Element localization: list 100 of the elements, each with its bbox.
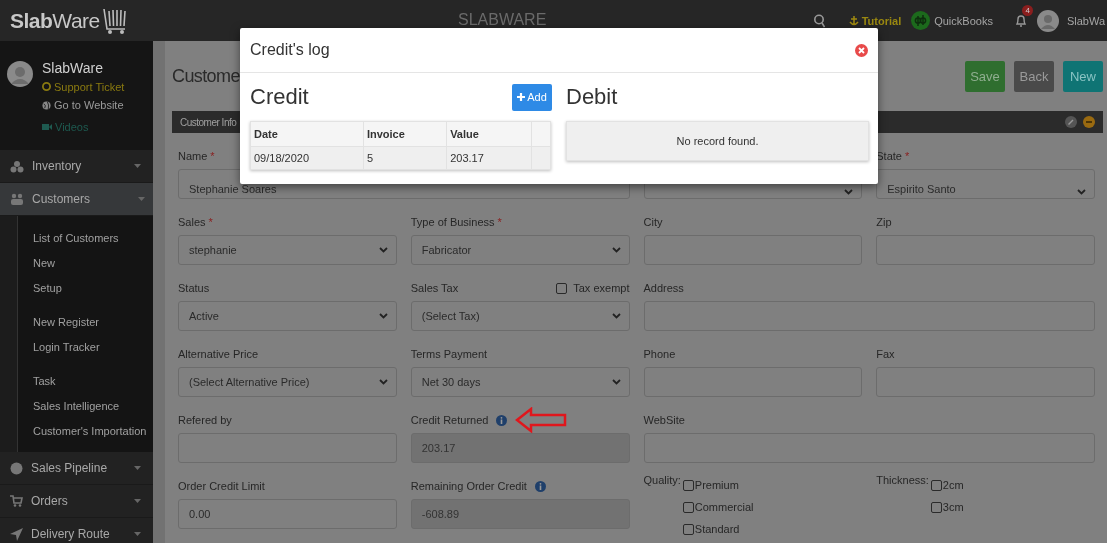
tutorial-link[interactable]: Tutorial xyxy=(848,14,902,27)
collapse-icon[interactable] xyxy=(1083,116,1095,129)
select-field[interactable]: Espirito Santo xyxy=(876,169,1095,199)
anchor-icon xyxy=(848,15,859,26)
field-label: Zip xyxy=(876,216,892,228)
wrench-icon[interactable] xyxy=(1065,116,1077,129)
field-label: Address xyxy=(643,282,684,294)
caret-icon xyxy=(134,499,141,503)
field-label: City xyxy=(643,216,663,228)
chevron-icon xyxy=(378,379,388,385)
submenu-item[interactable]: New Register xyxy=(33,310,153,335)
caret-icon xyxy=(134,164,141,168)
avatar-icon[interactable] xyxy=(1036,9,1059,32)
cart-logo-icon xyxy=(100,6,129,35)
close-icon[interactable] xyxy=(855,43,868,57)
users-icon xyxy=(10,193,24,205)
field-label: State * xyxy=(876,150,910,162)
column-header: Value xyxy=(446,121,532,147)
submenu-item[interactable]: Login Tracker xyxy=(33,335,153,360)
search-icon[interactable] xyxy=(812,13,825,28)
lifebuoy-icon xyxy=(42,82,51,91)
logo-text: SlabWare xyxy=(10,8,100,33)
field-label: Sales * xyxy=(178,216,213,228)
select-field[interactable]: Net 30 days xyxy=(410,367,630,397)
menu-item[interactable]: Inventory xyxy=(0,150,153,183)
select-field[interactable]: (Select Tax) xyxy=(410,301,630,331)
submenu-item[interactable]: Setup xyxy=(33,276,153,301)
circle-icon xyxy=(10,461,23,475)
profile-link[interactable]: Support Ticket xyxy=(42,79,125,94)
select-field[interactable]: Fabricator xyxy=(410,235,630,265)
modal-title: Credit's log xyxy=(250,41,330,59)
submenu-item[interactable]: Task xyxy=(33,369,153,394)
menu-item[interactable]: Orders xyxy=(0,485,153,518)
profile-name: SlabWare xyxy=(42,60,104,76)
field-label: Terms Payment xyxy=(410,348,488,360)
notification-badge: 4 xyxy=(1022,4,1033,16)
field-label: Alternative Price xyxy=(178,348,259,360)
page-title: Custome xyxy=(172,65,240,87)
select-field[interactable]: (Select Alternative Price) xyxy=(178,367,397,397)
checkbox-option[interactable]: Tax exempt xyxy=(556,282,630,294)
video-camera-icon xyxy=(42,123,52,131)
field-label: Name * xyxy=(178,150,215,162)
empty-message: No record found. xyxy=(676,135,759,147)
field-label: Type of Business * xyxy=(410,216,502,228)
logo-icon xyxy=(911,11,931,30)
column-header: Invoice xyxy=(363,121,447,147)
back-button[interactable]: Back xyxy=(1014,60,1054,92)
menu-item[interactable]: Delivery Route xyxy=(0,518,153,543)
field-label: Fax xyxy=(876,348,895,360)
field-label: Order Credit Limit xyxy=(178,480,265,492)
field-label: WebSite xyxy=(643,414,685,426)
chevron-icon xyxy=(378,313,388,319)
table-cell: 09/18/2020 xyxy=(250,146,364,170)
chevron-icon xyxy=(378,247,388,253)
submenu-item[interactable]: New xyxy=(33,251,153,276)
globe-icon xyxy=(42,100,51,110)
checkbox-option[interactable]: Premium xyxy=(682,474,754,496)
cart-icon xyxy=(10,495,23,507)
section-heading: Credit xyxy=(250,84,309,110)
cubes-icon xyxy=(10,159,24,173)
submenu-item[interactable]: Customer's Importation xyxy=(33,419,153,444)
chevron-icon xyxy=(611,313,621,319)
field-label: Phone xyxy=(643,348,676,360)
select-field[interactable]: stephanie xyxy=(178,235,397,265)
caret-icon xyxy=(134,466,141,470)
checkbox-option[interactable]: Commercial xyxy=(682,496,754,518)
field-label: Thickness: xyxy=(876,474,929,488)
text-field[interactable]: 0.00 xyxy=(178,499,397,529)
chevron-icon xyxy=(1077,189,1086,195)
section-heading: Debit xyxy=(566,84,618,110)
save-button[interactable]: Save xyxy=(965,60,1005,92)
app-title: SLABWARE xyxy=(458,11,547,29)
submenu-item[interactable]: Sales Intelligence xyxy=(33,394,153,419)
chevron-icon xyxy=(611,379,621,385)
field-label: Quality: xyxy=(643,474,681,488)
select-field[interactable]: Active xyxy=(178,301,397,331)
menu-item[interactable]: Sales Pipeline xyxy=(0,452,153,485)
submenu-item[interactable]: List of Customers xyxy=(33,226,153,251)
panel-title: Customer Info xyxy=(180,116,237,128)
profile-link[interactable]: Go to Website xyxy=(42,94,125,116)
user-name[interactable]: SlabWa xyxy=(1066,14,1105,27)
field-label: Sales Tax xyxy=(410,282,459,294)
field-label: Refered by xyxy=(178,414,232,426)
checkbox-option[interactable]: 2cm xyxy=(930,474,964,496)
field-label: Status xyxy=(178,282,210,294)
chevron-icon xyxy=(611,247,621,253)
bell-icon[interactable] xyxy=(1014,13,1027,28)
caret-icon xyxy=(138,197,145,201)
checkbox-option[interactable]: 3cm xyxy=(930,496,964,518)
column-header: Date xyxy=(250,121,364,147)
quickbooks-link[interactable]: QuickBooks xyxy=(911,11,993,30)
checkbox-option[interactable]: Standard xyxy=(682,518,754,540)
new-button[interactable]: New xyxy=(1063,60,1103,92)
field-label: Remaining Order Credit xyxy=(410,480,527,492)
field-label: Credit Returned xyxy=(410,414,489,426)
caret-icon xyxy=(134,532,141,536)
chevron-icon xyxy=(844,189,854,195)
menu-item[interactable]: Customers xyxy=(0,183,153,216)
add-button[interactable]: Add xyxy=(512,83,552,111)
profile-link[interactable]: Videos xyxy=(42,116,125,138)
